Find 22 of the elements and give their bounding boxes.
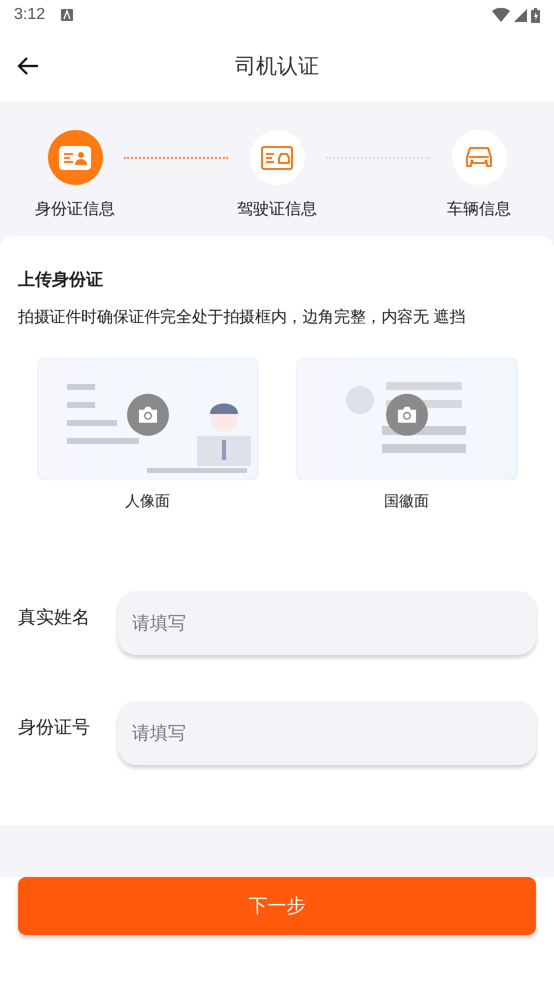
camera-icon [396, 406, 418, 424]
camera-icon [136, 406, 158, 424]
id-card-icon [59, 146, 91, 170]
keyboard-icon [61, 9, 74, 21]
back-button[interactable] [16, 56, 40, 76]
input-field[interactable]: 请填写 [118, 701, 536, 765]
page-title: 司机认证 [235, 53, 319, 80]
battery-icon [531, 8, 540, 22]
step-tab[interactable]: 身份证信息 [30, 130, 120, 220]
field-label: 身份证号 [18, 716, 90, 739]
wifi-icon [492, 8, 510, 22]
signal-icon [514, 8, 527, 22]
upload-hint: 拍摄证件时确保证件完全处于拍摄框内，边角完整，内容无 遮挡 [18, 307, 466, 328]
input-field[interactable]: 请填写 [118, 591, 536, 655]
section-title: 上传身份证 [18, 269, 104, 291]
side-label: 人像面 [125, 492, 170, 511]
side-label: 国徽面 [384, 492, 429, 511]
status-time: 3:12 [14, 6, 46, 24]
step-tab[interactable]: 车辆信息 [434, 130, 524, 220]
step-tab[interactable]: 驾驶证信息 [232, 130, 322, 220]
license-card-icon [261, 146, 293, 170]
field-label: 真实姓名 [18, 606, 90, 629]
